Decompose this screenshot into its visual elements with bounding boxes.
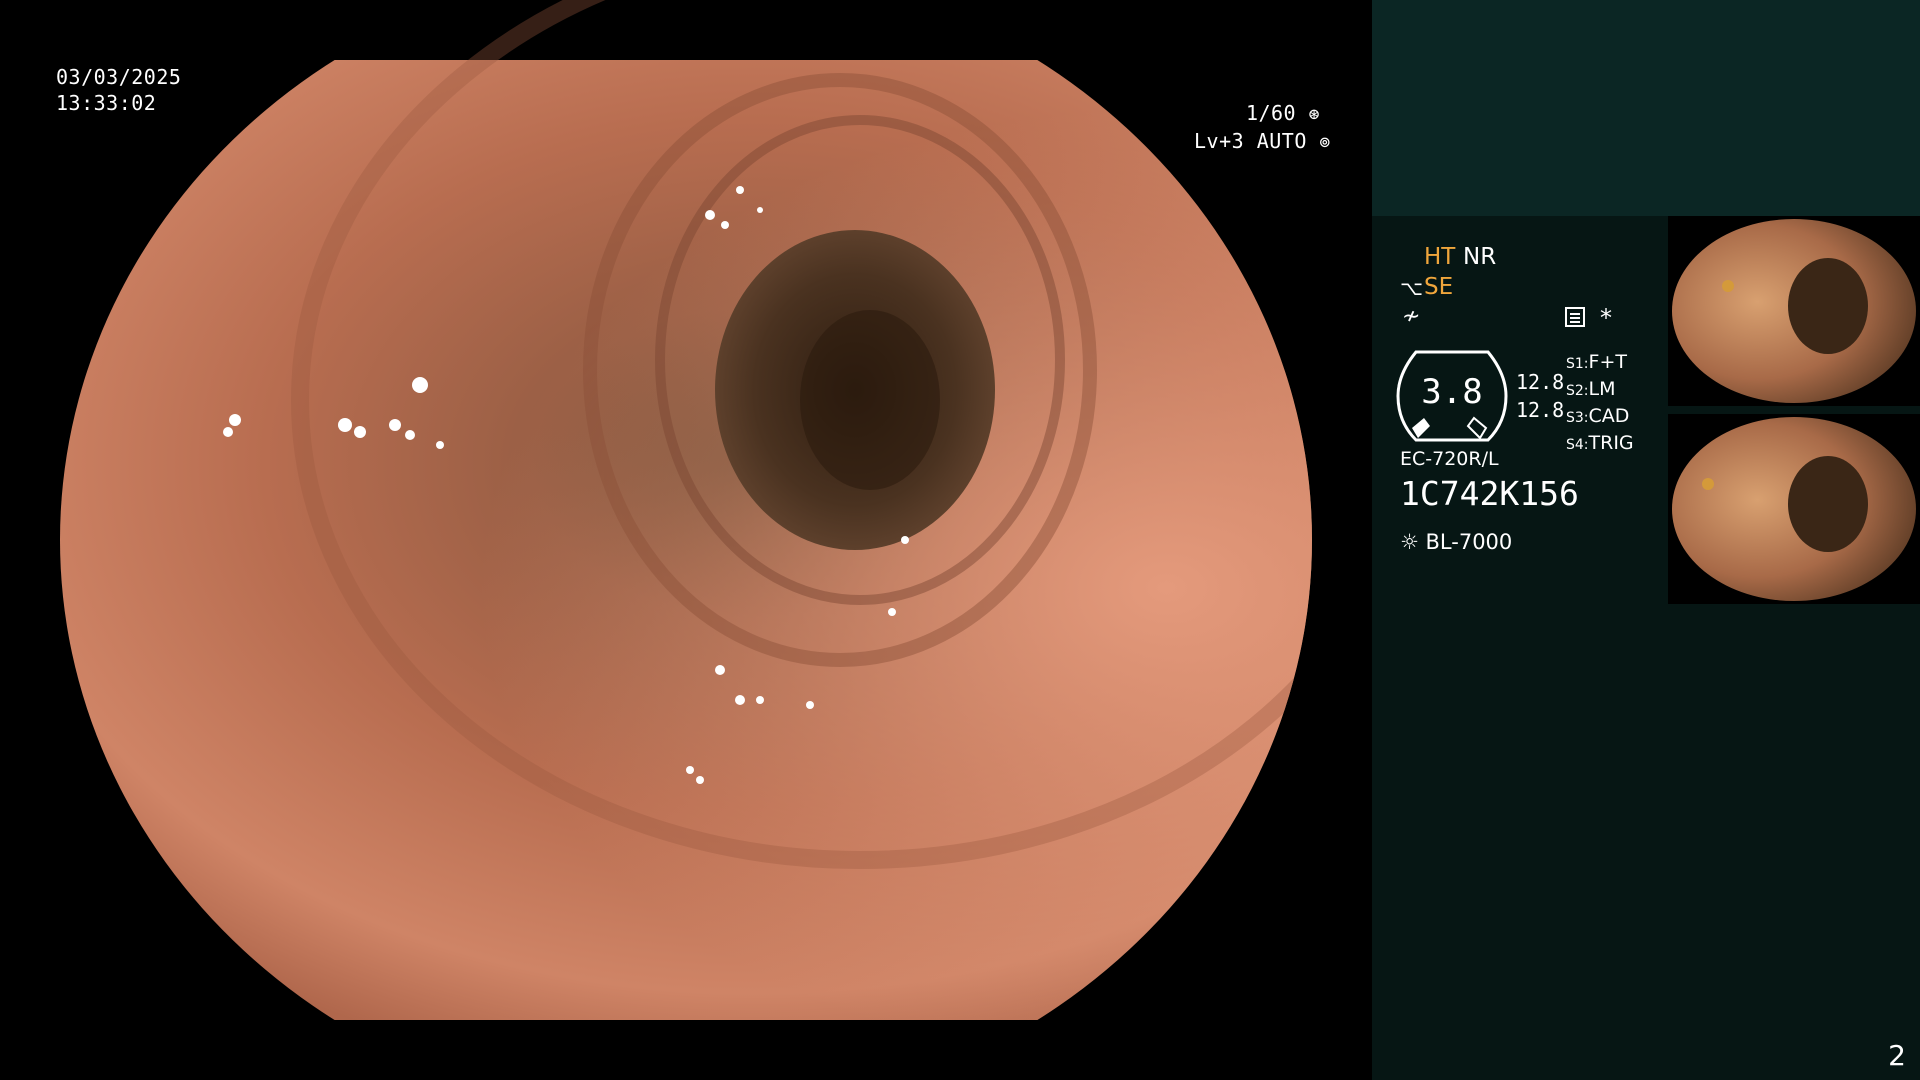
switch-assignments: S1:F+T S2:LM S3:CAD S4:TRIG bbox=[1566, 350, 1634, 458]
scope-model: EC-720R/L bbox=[1400, 448, 1499, 470]
exposure-readout: 1/60 ⊛ Lv+3 AUTO ⊚ bbox=[1194, 100, 1330, 156]
ht-indicator: HT bbox=[1424, 244, 1456, 270]
endoscope-live-view: 03/03/2025 13:33:02 1/60 ⊛ Lv+3 AUTO ⊚ bbox=[0, 0, 1372, 1080]
date-text: 03/03/2025 bbox=[56, 65, 182, 89]
gauge-readout-top: 12.8 bbox=[1516, 370, 1565, 394]
gauge-widget: 3.8 bbox=[1396, 350, 1508, 442]
asterisk-indicator: * bbox=[1600, 304, 1612, 332]
se-indicator: SE bbox=[1424, 274, 1454, 300]
iris-mode: Lv+3 AUTO bbox=[1194, 129, 1307, 153]
gauge-readout-bottom: 12.8 bbox=[1516, 398, 1565, 422]
datetime-readout: 03/03/2025 13:33:02 bbox=[56, 64, 181, 116]
memory-icon bbox=[1564, 306, 1586, 332]
panel-header-area bbox=[1372, 0, 1920, 216]
iris-icon: ⊚ bbox=[1319, 132, 1331, 153]
light-source-row: ☼ BL-7000 bbox=[1400, 530, 1512, 554]
info-panel: HT NR ⌥ SE ≁ * 3.8 12.8 12.8 S1:F+T S2:L… bbox=[1372, 0, 1920, 1080]
thumbnail-image[interactable] bbox=[1668, 414, 1920, 604]
color-mode-icon: ≁ bbox=[1402, 304, 1421, 329]
shutter-speed: 1/60 bbox=[1245, 101, 1297, 125]
switch-row: S2:LM bbox=[1566, 378, 1616, 400]
switch-row: S3:CAD bbox=[1566, 405, 1630, 427]
shutter-icon: ⊛ bbox=[1308, 104, 1320, 125]
page-number: 2 bbox=[1888, 1039, 1906, 1072]
scope-serial: 1C742K156 bbox=[1400, 474, 1579, 513]
switch-row: S1:F+T bbox=[1566, 351, 1627, 373]
time-text: 13:33:02 bbox=[56, 91, 157, 115]
nr-indicator: NR bbox=[1463, 244, 1497, 270]
structure-enhance-icon: ⌥ bbox=[1400, 276, 1424, 300]
gauge-value: 3.8 bbox=[1421, 372, 1483, 412]
light-source-model: BL-7000 bbox=[1425, 530, 1513, 554]
thumbnail-image[interactable] bbox=[1668, 216, 1920, 406]
switch-row: S4:TRIG bbox=[1566, 432, 1634, 454]
colon-lumen-image bbox=[60, 0, 1312, 1020]
light-source-icon: ☼ bbox=[1400, 530, 1419, 554]
